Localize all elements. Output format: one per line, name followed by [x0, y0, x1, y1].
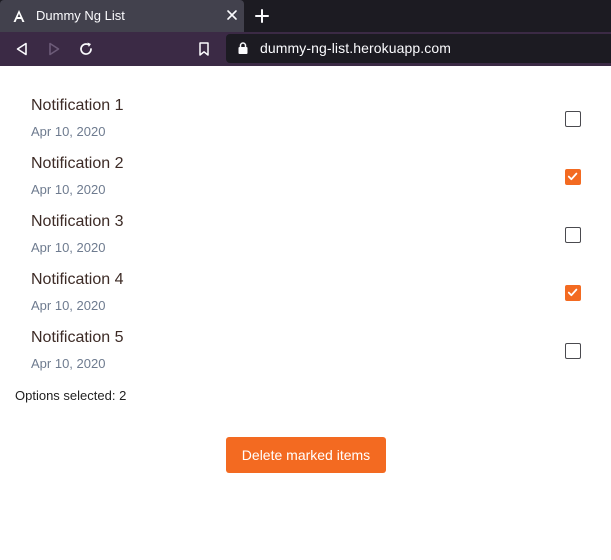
- reload-icon[interactable]: [78, 41, 94, 57]
- notification-title: Notification 4: [31, 271, 124, 288]
- selected-count-label: Options selected:: [15, 388, 116, 403]
- plus-icon[interactable]: [253, 7, 271, 25]
- list-item: Notification 3 Apr 10, 2020: [0, 182, 611, 255]
- address-bar[interactable]: dummy-ng-list.herokuapp.com: [226, 34, 611, 63]
- notification-date: Apr 10, 2020: [31, 356, 106, 371]
- list-item: Notification 4 Apr 10, 2020: [0, 240, 611, 313]
- selected-count-value: 2: [119, 388, 127, 403]
- list-item: Notification 5 Apr 10, 2020: [0, 298, 611, 371]
- check-icon: [567, 172, 578, 181]
- close-icon[interactable]: [224, 7, 240, 23]
- list-item: Notification 1 Apr 10, 2020: [0, 66, 611, 139]
- notification-title: Notification 5: [31, 329, 124, 346]
- check-icon: [567, 288, 578, 297]
- browser-toolbar: dummy-ng-list.herokuapp.com: [0, 32, 611, 66]
- page-content: Notification 1 Apr 10, 2020 Notification…: [0, 66, 611, 560]
- url-text[interactable]: dummy-ng-list.herokuapp.com: [260, 40, 451, 56]
- bookmark-icon[interactable]: [196, 41, 212, 57]
- notification-checkbox[interactable]: [565, 343, 581, 359]
- browser-tab[interactable]: Dummy Ng List: [0, 0, 244, 32]
- selected-count: Options selected: 2: [15, 388, 126, 403]
- tab-title: Dummy Ng List: [36, 8, 125, 23]
- angular-logo-icon: [13, 10, 25, 22]
- tab-bar: Dummy Ng List: [0, 0, 611, 32]
- notification-title: Notification 3: [31, 213, 124, 230]
- list-item: Notification 2 Apr 10, 2020: [0, 124, 611, 197]
- notification-title: Notification 2: [31, 155, 124, 172]
- delete-marked-button[interactable]: Delete marked items: [226, 437, 386, 473]
- notification-title: Notification 1: [31, 97, 124, 114]
- back-icon[interactable]: [14, 41, 30, 57]
- forward-icon[interactable]: [46, 41, 62, 57]
- lock-icon[interactable]: [236, 41, 250, 55]
